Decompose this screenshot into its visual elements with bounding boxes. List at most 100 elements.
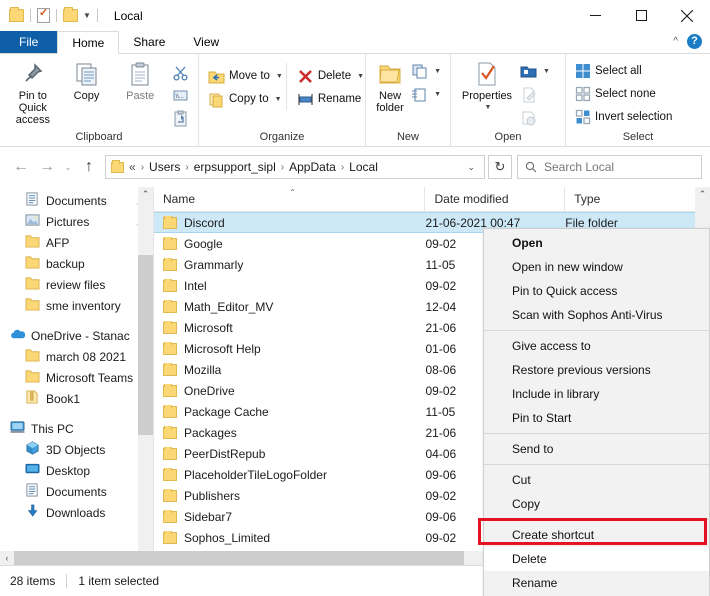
breadcrumb-root-chevron[interactable]: « [129, 160, 136, 174]
chevron-down-icon[interactable]: ▼ [434, 91, 441, 98]
sidebar-item-microsoft-teams[interactable]: Microsoft Teams [0, 367, 152, 388]
horizontal-scroll-thumb[interactable] [14, 551, 464, 565]
pin-to-quick-access-button[interactable]: Pin to Quick access [6, 59, 60, 126]
scroll-up-icon[interactable]: ⌃ [695, 187, 710, 202]
collapse-ribbon-icon[interactable]: ^ [673, 36, 678, 47]
help-icon[interactable]: ? [687, 34, 702, 49]
chevron-down-icon[interactable]: ▼ [276, 73, 283, 80]
new-folder-icon [379, 65, 401, 84]
navigation-scroll-thumb[interactable] [138, 255, 153, 435]
folder-icon[interactable] [9, 7, 24, 22]
breadcrumb-item-user[interactable]: erpsupport_sipl [194, 160, 276, 174]
chevron-down-icon[interactable]: ⌄ [463, 162, 479, 173]
select-none-button[interactable]: Select none [572, 83, 675, 105]
move-to-button[interactable]: Move to ▼ [205, 65, 286, 87]
pictures-icon [25, 213, 40, 230]
desktop-icon [25, 463, 40, 474]
paste-button[interactable]: Paste [113, 59, 167, 102]
chevron-down-icon[interactable]: ▼ [275, 96, 282, 103]
tab-file[interactable]: File [0, 31, 58, 53]
sidebar-item-book1[interactable]: Book1 [0, 388, 152, 409]
close-button[interactable] [664, 0, 710, 31]
sidebar-item-backup[interactable]: backup [0, 253, 152, 274]
chevron-down-icon[interactable]: ▼ [434, 68, 441, 75]
sidebar-item-this-pc[interactable]: This PC [0, 418, 152, 439]
scroll-left-icon[interactable]: ‹ [0, 553, 14, 563]
open-icon [520, 66, 537, 77]
scroll-up-icon[interactable]: ⌃ [142, 187, 150, 202]
column-header-type[interactable]: Type [565, 187, 695, 212]
sidebar-item-march-08-2021[interactable]: march 08 2021 [0, 346, 152, 367]
menu-item-scan-with-sophos-anti-virus[interactable]: Scan with Sophos Anti-Virus [484, 303, 709, 327]
menu-item-open-in-new-window[interactable]: Open in new window [484, 255, 709, 279]
copy-path-button[interactable]: \\... [169, 84, 192, 106]
menu-item-give-access-to[interactable]: Give access to [484, 334, 709, 358]
sidebar-item-afp[interactable]: AFP [0, 232, 152, 253]
file-name-cell: Mozilla [154, 362, 426, 377]
minimize-button[interactable] [572, 0, 618, 31]
tab-share[interactable]: Share [119, 31, 179, 53]
menu-item-pin-to-quick-access[interactable]: Pin to Quick access [484, 279, 709, 303]
search-input[interactable]: Search Local [517, 155, 702, 179]
navigation-pane[interactable]: Documents📌Pictures📌 AFP backup review files… [0, 187, 152, 565]
address-input[interactable]: « › Users › erpsupport_sipl › AppData › … [105, 155, 485, 179]
maximize-button[interactable] [618, 0, 664, 31]
chevron-down-icon[interactable]: ▼ [83, 11, 91, 20]
breadcrumb-item-local[interactable]: Local [349, 160, 378, 174]
menu-item-copy[interactable]: Copy [484, 492, 709, 516]
menu-item-create-shortcut[interactable]: Create shortcut [484, 523, 709, 547]
easy-access-button[interactable]: ▼ [408, 83, 444, 105]
tab-view[interactable]: View [179, 31, 233, 53]
cut-button[interactable] [169, 61, 192, 83]
rename-button[interactable]: Rename [294, 88, 367, 110]
context-menu[interactable]: Open Open in new window Pin to Quick acces… [483, 228, 710, 596]
forward-button[interactable]: → [34, 154, 60, 180]
menu-item-restore-previous-versions[interactable]: Restore previous versions [484, 358, 709, 382]
paste-shortcut-button[interactable] [169, 107, 192, 129]
sidebar-item-3d-objects[interactable]: 3D Objects [0, 439, 152, 460]
sidebar-item-downloads[interactable]: Downloads [0, 502, 152, 523]
menu-item-delete[interactable]: Delete [484, 547, 709, 571]
properties-icon [478, 62, 496, 86]
column-header-name[interactable]: ⌃ Name [154, 187, 426, 212]
menu-item-pin-to-start[interactable]: Pin to Start [484, 406, 709, 430]
sidebar-item-label: march 08 2021 [46, 349, 127, 364]
properties-button[interactable]: Properties ▼ [457, 59, 517, 114]
new-item-button[interactable]: ▼ [408, 60, 444, 82]
menu-item-cut[interactable]: Cut [484, 468, 709, 492]
menu-item-open[interactable]: Open [484, 231, 709, 255]
sidebar-item-desktop[interactable]: Desktop [0, 460, 152, 481]
new-folder-icon[interactable] [63, 7, 78, 22]
sidebar-item-sme-inventory[interactable]: sme inventory [0, 295, 152, 316]
file-name-label: Google [184, 236, 223, 251]
invert-selection-button[interactable]: Invert selection [572, 106, 675, 128]
properties-icon[interactable] [37, 6, 50, 23]
breadcrumb-item-appdata[interactable]: AppData [289, 160, 336, 174]
breadcrumb-item-users[interactable]: Users [149, 160, 180, 174]
sidebar-item-documents[interactable]: Documents [0, 481, 152, 502]
column-header-date-modified[interactable]: Date modified [425, 187, 566, 212]
menu-item-include-in-library[interactable]: Include in library [484, 382, 709, 406]
sidebar-item-documents[interactable]: Documents📌 [0, 190, 152, 211]
menu-item-rename[interactable]: Rename [484, 571, 709, 595]
up-button[interactable]: ↑ [76, 154, 102, 180]
menu-item-send-to[interactable]: Send to [484, 437, 709, 461]
delete-button[interactable]: Delete ▼ [294, 65, 367, 87]
copy-button[interactable]: Copy [60, 59, 114, 102]
sidebar-item-onedrive-stanac[interactable]: OneDrive - Stanac [0, 325, 152, 346]
sidebar-item-review-files[interactable]: review files [0, 274, 152, 295]
tab-home[interactable]: Home [57, 31, 120, 54]
sidebar-item-pictures[interactable]: Pictures📌 [0, 211, 152, 232]
file-name-cell: PlaceholderTileLogoFolder [154, 467, 426, 482]
folder-icon [25, 234, 40, 251]
new-folder-button[interactable]: New folder [372, 59, 408, 114]
recent-locations-button[interactable]: ⌄ [60, 154, 76, 180]
refresh-button[interactable]: ↻ [488, 155, 512, 179]
select-all-button[interactable]: Select all [572, 60, 675, 82]
copy-to-button[interactable]: Copy to ▼ [205, 88, 286, 110]
chevron-down-icon[interactable]: ▼ [543, 68, 550, 75]
back-button[interactable]: ← [8, 154, 34, 180]
open-button[interactable]: ▼ [517, 60, 553, 82]
chevron-down-icon[interactable]: ▼ [485, 102, 492, 114]
chevron-down-icon[interactable]: ▼ [357, 73, 364, 80]
